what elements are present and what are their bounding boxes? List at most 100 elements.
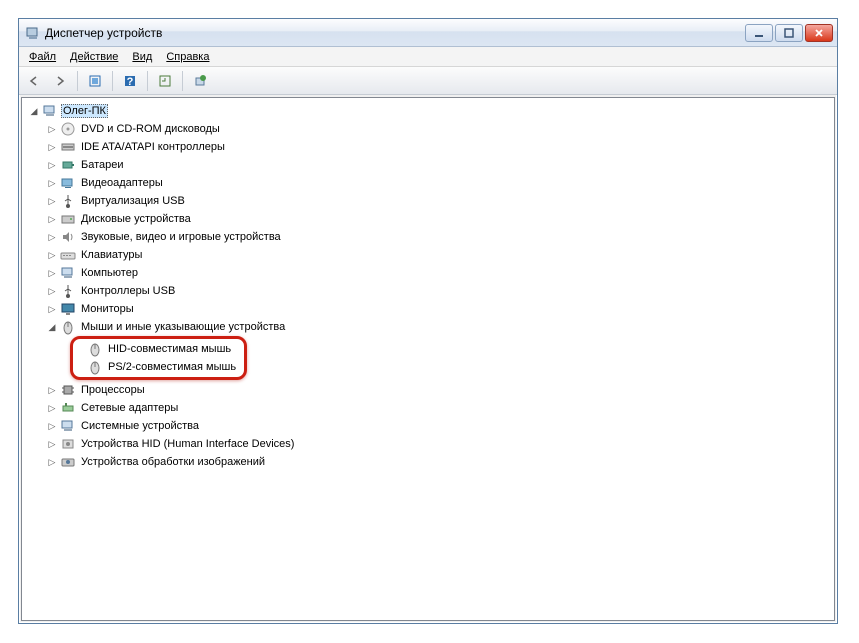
window-title: Диспетчер устройств bbox=[45, 26, 745, 40]
expand-icon[interactable]: ▷ bbox=[46, 420, 58, 432]
item-label[interactable]: Контроллеры USB bbox=[79, 284, 177, 298]
device-manager-window: Диспетчер устройств Файл Действие Вид Сп… bbox=[18, 18, 838, 624]
menu-help[interactable]: Справка bbox=[160, 49, 215, 65]
tree-item[interactable]: ▷ Устройства обработки изображений bbox=[46, 453, 834, 471]
device-tree-panel[interactable]: ◢ Олег-ПК ▷ DVD и CD-ROM дисководы ▷ IDE A… bbox=[21, 97, 835, 621]
tree-item[interactable]: ▷ Устройства HID (Human Interface Devices… bbox=[46, 435, 834, 453]
computer-icon bbox=[42, 103, 58, 119]
mouse-icon bbox=[87, 341, 103, 357]
show-hidden-button[interactable] bbox=[84, 70, 106, 92]
item-label[interactable]: Звуковые, видео и игровые устройства bbox=[79, 230, 283, 244]
tree-item[interactable]: ▷ Виртуализация USB bbox=[46, 192, 834, 210]
tree-item[interactable]: ▷ Клавиатуры bbox=[46, 246, 834, 264]
item-label[interactable]: Клавиатуры bbox=[79, 248, 144, 262]
tree-item[interactable]: ▷ Дисковые устройства bbox=[46, 210, 834, 228]
usb-controller-icon bbox=[60, 283, 76, 299]
tree-item[interactable]: ▷ Контроллеры USB bbox=[46, 282, 834, 300]
menu-view[interactable]: Вид bbox=[126, 49, 158, 65]
scan-button[interactable] bbox=[154, 70, 176, 92]
tree-item-mice[interactable]: ◢ Мыши и иные указывающие устройства bbox=[46, 318, 834, 336]
toolbar-separator bbox=[182, 71, 183, 91]
tree-item[interactable]: ▷ Сетевые адаптеры bbox=[46, 399, 834, 417]
root-children: ▷ DVD и CD-ROM дисководы ▷ IDE ATA/ATAPI к… bbox=[28, 120, 834, 471]
monitor-icon bbox=[60, 301, 76, 317]
tree-item[interactable]: ▷ DVD и CD-ROM дисководы bbox=[46, 120, 834, 138]
update-driver-button[interactable] bbox=[189, 70, 211, 92]
mice-children: ▷HID-совместимая мышь ▷PS/2-совместимая … bbox=[46, 336, 834, 381]
toolbar: ? bbox=[19, 67, 837, 95]
tree-item[interactable]: ▷ Видеоадаптеры bbox=[46, 174, 834, 192]
expand-icon[interactable]: ▷ bbox=[46, 384, 58, 396]
expand-icon[interactable]: ▷ bbox=[46, 402, 58, 414]
network-icon bbox=[60, 400, 76, 416]
collapse-icon[interactable]: ◢ bbox=[28, 105, 40, 117]
tree-leaf[interactable]: ▷HID-совместимая мышь bbox=[73, 340, 238, 358]
svg-text:?: ? bbox=[127, 76, 134, 88]
expand-icon[interactable]: ▷ bbox=[46, 159, 58, 171]
item-label[interactable]: IDE ATA/ATAPI контроллеры bbox=[79, 140, 227, 154]
expand-icon[interactable]: ▷ bbox=[46, 285, 58, 297]
expand-icon[interactable]: ▷ bbox=[46, 177, 58, 189]
tree-leaf[interactable]: ▷PS/2-совместимая мышь bbox=[73, 358, 238, 376]
item-label[interactable]: Сетевые адаптеры bbox=[79, 401, 180, 415]
device-tree: ◢ Олег-ПК ▷ DVD и CD-ROM дисководы ▷ IDE A… bbox=[22, 100, 834, 473]
tree-item[interactable]: ▷ Батареи bbox=[46, 156, 834, 174]
item-label[interactable]: Устройства обработки изображений bbox=[79, 455, 267, 469]
item-label[interactable]: Устройства HID (Human Interface Devices) bbox=[79, 437, 296, 451]
menu-file[interactable]: Файл bbox=[23, 49, 62, 65]
sound-icon bbox=[60, 229, 76, 245]
item-label[interactable]: Компьютер bbox=[79, 266, 140, 280]
toolbar-separator bbox=[147, 71, 148, 91]
item-label[interactable]: HID-совместимая мышь bbox=[106, 342, 233, 356]
expand-icon[interactable]: ▷ bbox=[46, 267, 58, 279]
battery-icon bbox=[60, 157, 76, 173]
item-label[interactable]: Видеоадаптеры bbox=[79, 176, 165, 190]
maximize-button[interactable] bbox=[775, 24, 803, 42]
tree-item[interactable]: ▷ Процессоры bbox=[46, 381, 834, 399]
root-label[interactable]: Олег-ПК bbox=[61, 104, 108, 118]
forward-button[interactable] bbox=[49, 70, 71, 92]
back-button[interactable] bbox=[23, 70, 45, 92]
titlebar: Диспетчер устройств bbox=[19, 19, 837, 47]
annotation-highlight: ▷HID-совместимая мышь ▷PS/2-совместимая … bbox=[70, 336, 247, 380]
tree-item[interactable]: ▷ Звуковые, видео и игровые устройства bbox=[46, 228, 834, 246]
menubar: Файл Действие Вид Справка bbox=[19, 47, 837, 67]
expand-icon[interactable]: ▷ bbox=[46, 231, 58, 243]
item-label[interactable]: Процессоры bbox=[79, 383, 147, 397]
item-label[interactable]: DVD и CD-ROM дисководы bbox=[79, 122, 222, 136]
item-label[interactable]: Мыши и иные указывающие устройства bbox=[79, 320, 287, 334]
tree-item[interactable]: ▷ Системные устройства bbox=[46, 417, 834, 435]
close-button[interactable] bbox=[805, 24, 833, 42]
minimize-button[interactable] bbox=[745, 24, 773, 42]
collapse-icon[interactable]: ◢ bbox=[46, 321, 58, 333]
expand-icon[interactable]: ▷ bbox=[46, 456, 58, 468]
item-label[interactable]: Мониторы bbox=[79, 302, 136, 316]
expand-icon[interactable]: ▷ bbox=[46, 195, 58, 207]
expand-icon[interactable]: ▷ bbox=[46, 141, 58, 153]
item-label[interactable]: Виртуализация USB bbox=[79, 194, 187, 208]
expand-icon[interactable]: ▷ bbox=[46, 249, 58, 261]
item-label[interactable]: Системные устройства bbox=[79, 419, 201, 433]
expand-icon[interactable]: ▷ bbox=[46, 123, 58, 135]
item-label[interactable]: Дисковые устройства bbox=[79, 212, 193, 226]
item-label[interactable]: Батареи bbox=[79, 158, 126, 172]
mouse-icon bbox=[60, 319, 76, 335]
dvd-icon bbox=[60, 121, 76, 137]
expand-icon[interactable]: ▷ bbox=[46, 438, 58, 450]
item-label[interactable]: PS/2-совместимая мышь bbox=[106, 360, 238, 374]
system-device-icon bbox=[60, 418, 76, 434]
toolbar-separator bbox=[77, 71, 78, 91]
tree-item[interactable]: ▷ Компьютер bbox=[46, 264, 834, 282]
window-controls bbox=[745, 24, 833, 42]
mouse-icon bbox=[87, 359, 103, 375]
tree-root[interactable]: ◢ Олег-ПК bbox=[28, 102, 834, 120]
tree-item[interactable]: ▷ IDE ATA/ATAPI контроллеры bbox=[46, 138, 834, 156]
menu-action[interactable]: Действие bbox=[64, 49, 124, 65]
toolbar-separator bbox=[112, 71, 113, 91]
expand-icon[interactable]: ▷ bbox=[46, 303, 58, 315]
expand-icon[interactable]: ▷ bbox=[46, 213, 58, 225]
ide-icon bbox=[60, 139, 76, 155]
help-button[interactable]: ? bbox=[119, 70, 141, 92]
hid-icon bbox=[60, 436, 76, 452]
tree-item[interactable]: ▷ Мониторы bbox=[46, 300, 834, 318]
